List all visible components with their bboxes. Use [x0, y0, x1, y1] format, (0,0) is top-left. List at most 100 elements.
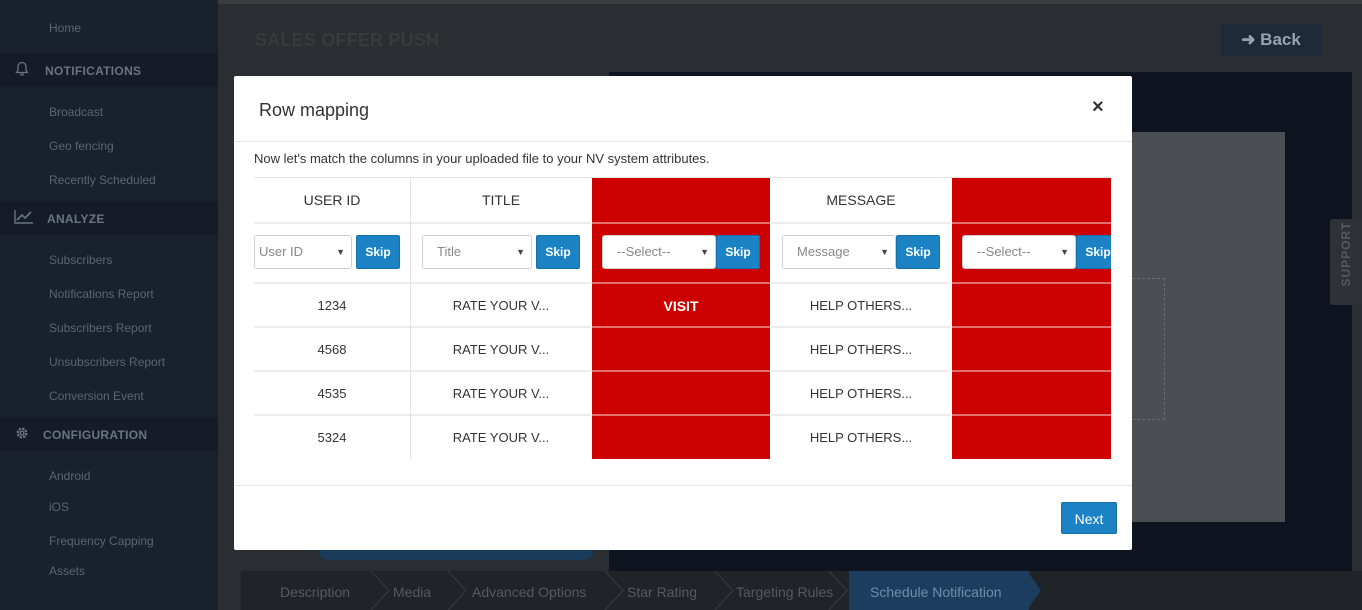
- step-separator: [604, 571, 624, 610]
- step-separator: [370, 571, 390, 610]
- step-separator: [828, 571, 848, 610]
- table-cell: 1234: [317, 298, 347, 313]
- sidebar-item-frequency-capping[interactable]: Frequency Capping: [49, 534, 154, 548]
- sidebar-item-subscribers[interactable]: Subscribers: [49, 253, 112, 267]
- support-tab[interactable]: SUPPORT: [1330, 219, 1362, 305]
- sidebar-item-home[interactable]: Home: [49, 21, 81, 35]
- table-column: MESSAGE Message ▼ Skip HELP OTHERS... HE…: [771, 178, 951, 459]
- table-cell: HELP OTHERS...: [809, 386, 913, 401]
- attribute-select[interactable]: User ID ▼: [254, 235, 352, 269]
- caret-down-icon: ▼: [336, 247, 345, 257]
- table-cell: HELP OTHERS...: [809, 342, 913, 357]
- back-button[interactable]: ➜ Back: [1221, 24, 1321, 56]
- row-divider: [592, 222, 770, 224]
- step-bar: Description Media Advanced Options Star …: [241, 571, 1362, 610]
- table-cell: VISIT: [663, 298, 699, 314]
- table-cell: HELP OTHERS...: [809, 298, 913, 313]
- divider: [234, 485, 1132, 486]
- attribute-select[interactable]: --Select-- ▼: [602, 235, 716, 269]
- bell-icon: [14, 61, 32, 79]
- sidebar-item-ios[interactable]: iOS: [49, 500, 69, 514]
- row-divider: [952, 414, 1111, 416]
- row-divider: [952, 222, 1111, 224]
- mapping-table: USER ID User ID ▼ Skip 1234 4568 4535 53…: [254, 177, 1111, 459]
- caret-down-icon: ▼: [1060, 247, 1069, 257]
- support-label: SUPPORT: [1339, 221, 1353, 287]
- step-separator: [447, 571, 467, 610]
- row-divider: [952, 370, 1111, 372]
- attribute-select[interactable]: Title ▼: [422, 235, 532, 269]
- row-divider: [592, 414, 770, 416]
- modal-title: Row mapping: [259, 100, 370, 120]
- skip-button[interactable]: Skip: [896, 235, 940, 269]
- sidebar-section-configuration[interactable]: CONFIGURATION: [0, 417, 218, 451]
- select-value: --Select--: [977, 244, 1031, 259]
- column-header: [592, 178, 770, 222]
- sidebar-item-conversion-event[interactable]: Conversion Event: [49, 389, 144, 403]
- table-cell: 5324: [317, 430, 347, 445]
- select-value: --Select--: [617, 244, 671, 259]
- modal-description: Now let's match the columns in your uplo…: [254, 151, 710, 166]
- sidebar-section-analyze[interactable]: ANALYZE: [0, 201, 218, 235]
- row-divider: [771, 222, 951, 224]
- page-title: SALES OFFER PUSH: [255, 30, 440, 50]
- sidebar-item-notifications-report[interactable]: Notifications Report: [49, 287, 154, 301]
- sidebar-item-geo-fencing[interactable]: Geo fencing: [49, 139, 114, 153]
- sidebar-item-subscribers-report[interactable]: Subscribers Report: [49, 321, 152, 335]
- table-cell: RATE YOUR V...: [452, 342, 550, 357]
- top-bar: [218, 0, 1362, 4]
- sidebar-item-android[interactable]: Android: [49, 469, 90, 483]
- table-cell: 4568: [317, 342, 347, 357]
- step-targeting-rules[interactable]: Targeting Rules: [736, 571, 833, 610]
- column-header: TITLE: [481, 192, 521, 208]
- sidebar: Home NOTIFICATIONS Broadcast Geo fencing…: [0, 0, 218, 610]
- table-cell: 4535: [317, 386, 347, 401]
- skip-button[interactable]: Skip: [356, 235, 400, 269]
- table-cell: RATE YOUR V...: [452, 386, 550, 401]
- next-button[interactable]: Next: [1061, 502, 1117, 534]
- column-header: MESSAGE: [826, 192, 896, 208]
- sidebar-section-label: ANALYZE: [47, 212, 105, 226]
- sidebar-item-broadcast[interactable]: Broadcast: [49, 105, 103, 119]
- arrow-left-circle-icon: ➜: [1241, 30, 1256, 49]
- row-mapping-modal: Row mapping × Now let's match the column…: [234, 76, 1132, 550]
- select-value: Title: [437, 244, 462, 259]
- table-cell: RATE YOUR V...: [452, 430, 550, 445]
- table-column-skipped: --Select-- ▼ Skip: [952, 178, 1111, 459]
- caret-down-icon: ▼: [516, 247, 525, 257]
- row-divider: [592, 370, 770, 372]
- skip-button[interactable]: Skip: [1076, 235, 1111, 269]
- step-advanced-options[interactable]: Advanced Options: [472, 571, 586, 610]
- attribute-select[interactable]: Message ▼: [782, 235, 896, 269]
- row-divider: [254, 222, 410, 224]
- sidebar-section-label: NOTIFICATIONS: [45, 64, 142, 78]
- back-label: Back: [1260, 30, 1301, 49]
- table-column: USER ID User ID ▼ Skip 1234 4568 4535 53…: [254, 178, 410, 459]
- column-header: [952, 178, 1111, 222]
- caret-down-icon: ▼: [700, 247, 709, 257]
- sidebar-section-notifications[interactable]: NOTIFICATIONS: [0, 53, 218, 87]
- skip-button[interactable]: Skip: [716, 235, 760, 269]
- sidebar-item-unsubscribers-report[interactable]: Unsubscribers Report: [49, 355, 165, 369]
- step-separator: [714, 571, 734, 610]
- table-cell: HELP OTHERS...: [809, 430, 913, 445]
- table-column-skipped: --Select-- ▼ Skip VISIT: [592, 178, 770, 459]
- row-divider: [411, 222, 591, 224]
- step-star-rating[interactable]: Star Rating: [627, 571, 697, 610]
- step-media[interactable]: Media: [393, 571, 431, 610]
- step-description[interactable]: Description: [280, 571, 350, 610]
- sidebar-section-label: CONFIGURATION: [43, 428, 148, 442]
- row-divider: [952, 282, 1111, 284]
- sidebar-item-assets[interactable]: Assets: [49, 564, 85, 578]
- caret-down-icon: ▼: [880, 247, 889, 257]
- pencil-icon[interactable]: ✎: [424, 31, 437, 49]
- chart-line-icon: [14, 209, 33, 227]
- sidebar-item-recently-scheduled[interactable]: Recently Scheduled: [49, 173, 156, 187]
- table-column: TITLE Title ▼ Skip RATE YOUR V... RATE Y…: [411, 178, 591, 459]
- attribute-select[interactable]: --Select-- ▼: [962, 235, 1076, 269]
- close-icon[interactable]: ×: [1092, 96, 1104, 119]
- divider: [234, 141, 1132, 142]
- row-divider: [592, 326, 770, 328]
- step-schedule-notification[interactable]: Schedule Notification: [870, 571, 1002, 610]
- skip-button[interactable]: Skip: [536, 235, 580, 269]
